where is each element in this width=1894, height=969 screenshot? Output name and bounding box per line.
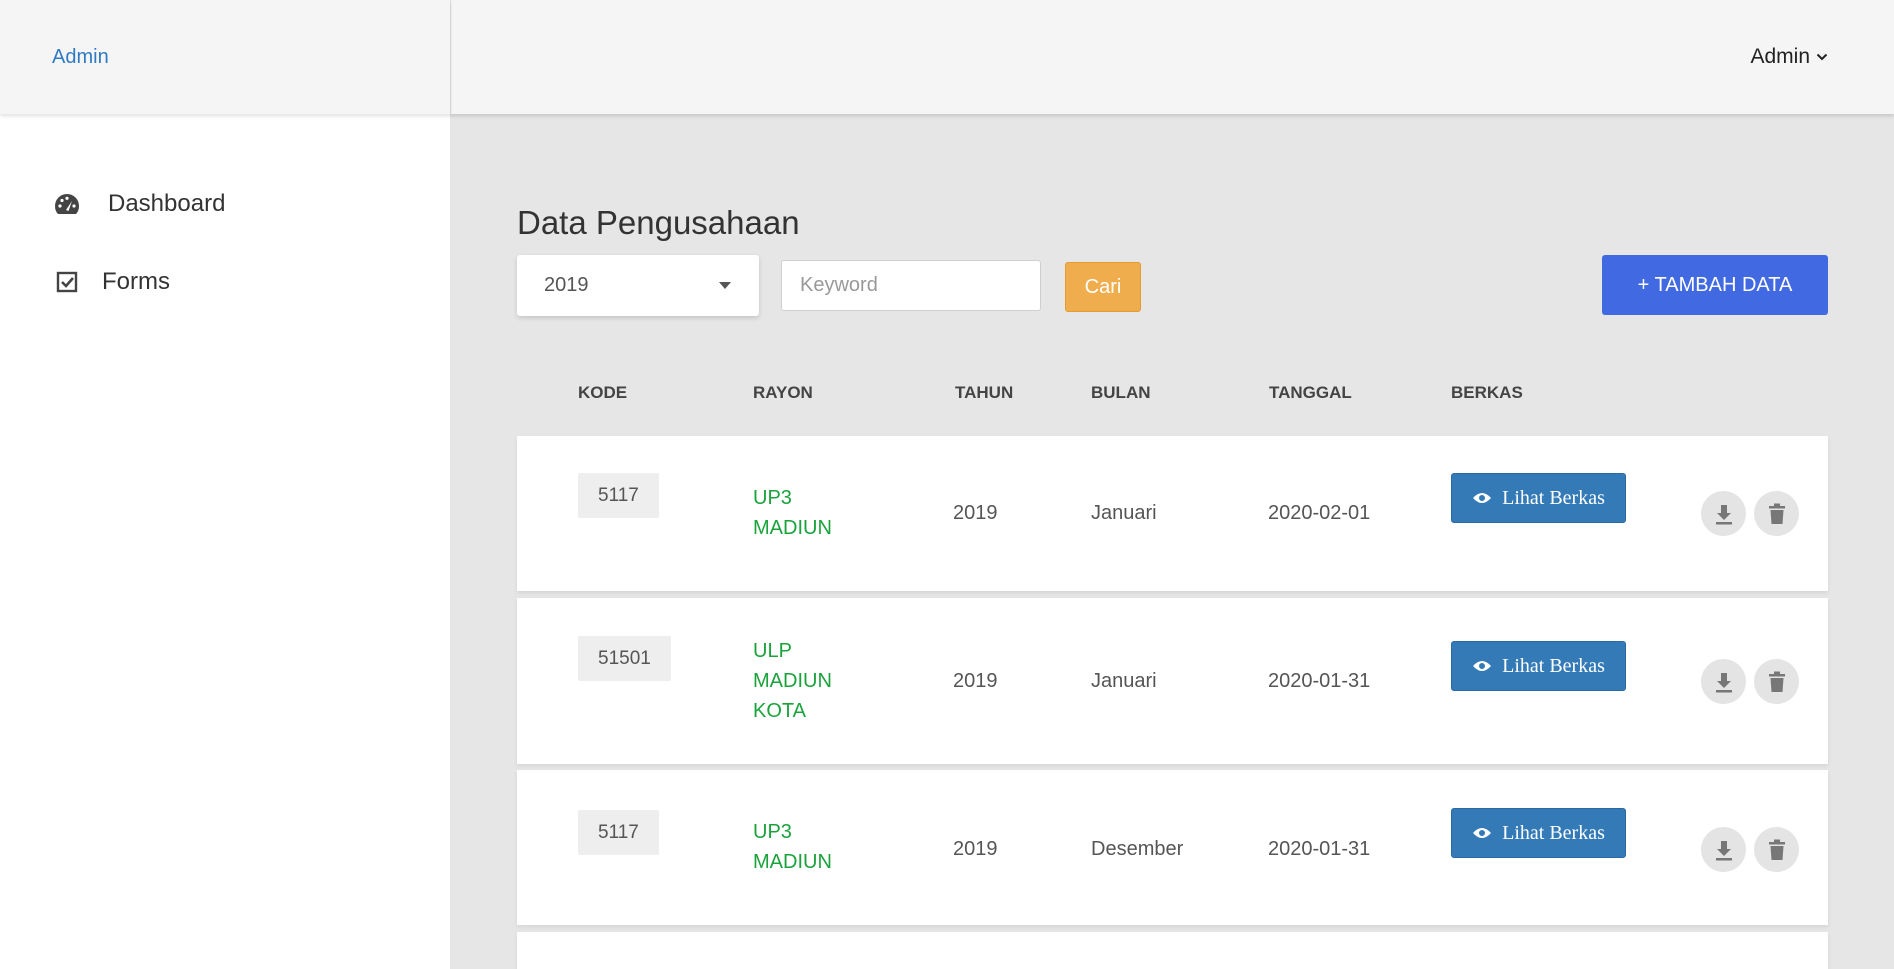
kode-badge: 5117 bbox=[578, 473, 659, 518]
download-button[interactable] bbox=[1701, 659, 1746, 704]
sidebar-item-dashboard[interactable]: Dashboard bbox=[52, 190, 225, 218]
add-data-button[interactable]: + TAMBAH DATA bbox=[1602, 255, 1828, 315]
trash-icon bbox=[1768, 503, 1785, 524]
kode-badge: 51501 bbox=[578, 636, 671, 681]
bulan-cell: Januari bbox=[1091, 502, 1157, 524]
column-header-tahun: TAHUN bbox=[955, 383, 1014, 402]
table-row: 5117 UP3 MADIUN 2019 Januari 2020-02-01 … bbox=[517, 436, 1828, 591]
download-icon bbox=[1715, 840, 1732, 860]
rayon-text: ULP MADIUN KOTA bbox=[753, 640, 832, 722]
view-file-label: Lihat Berkas bbox=[1502, 486, 1605, 509]
year-select-value: 2019 bbox=[544, 274, 589, 296]
download-icon bbox=[1715, 672, 1732, 692]
rayon-text: UP3 MADIUN bbox=[753, 487, 832, 539]
tanggal-cell: 2020-02-01 bbox=[1268, 502, 1371, 524]
topbar: Admin bbox=[450, 0, 1894, 114]
tahun-cell: 2019 bbox=[953, 502, 998, 524]
sidebar-item-label: Dashboard bbox=[108, 190, 226, 217]
rayon-text: UP3 MADIUN bbox=[753, 821, 832, 873]
trash-icon bbox=[1768, 839, 1785, 860]
table-row: 5117 UP3 MADIUN 2019 Desember 2020-01-31… bbox=[517, 770, 1828, 925]
tanggal-cell: 2020-01-31 bbox=[1268, 670, 1371, 692]
trash-icon bbox=[1768, 671, 1785, 692]
bulan-cell: Januari bbox=[1091, 670, 1157, 692]
search-input[interactable] bbox=[781, 260, 1041, 311]
tanggal-cell: 2020-01-31 bbox=[1268, 838, 1371, 860]
brand-link[interactable]: Admin bbox=[52, 46, 109, 69]
checkbox-icon bbox=[52, 271, 82, 293]
view-file-button[interactable]: Lihat Berkas bbox=[1451, 641, 1626, 691]
chevron-down-icon bbox=[1816, 53, 1828, 61]
kode-badge: 5117 bbox=[578, 810, 659, 855]
view-file-label: Lihat Berkas bbox=[1502, 821, 1605, 844]
user-name: Admin bbox=[1750, 45, 1810, 68]
column-header-berkas: BERKAS bbox=[1451, 383, 1523, 402]
eye-icon bbox=[1473, 828, 1492, 838]
download-button[interactable] bbox=[1701, 491, 1746, 536]
sidebar-brand: Admin bbox=[0, 0, 450, 114]
delete-button[interactable] bbox=[1754, 491, 1799, 536]
view-file-button[interactable]: Lihat Berkas bbox=[1451, 808, 1626, 858]
year-select[interactable]: 2019 bbox=[517, 255, 759, 316]
download-icon bbox=[1715, 504, 1732, 524]
eye-icon bbox=[1473, 661, 1492, 671]
sidebar-item-label: Forms bbox=[102, 268, 170, 295]
column-header-kode: KODE bbox=[578, 383, 628, 402]
delete-button[interactable] bbox=[1754, 659, 1799, 704]
column-header-tanggal: TANGGAL bbox=[1269, 383, 1352, 402]
user-menu[interactable]: Admin bbox=[1750, 45, 1828, 69]
eye-icon bbox=[1473, 493, 1492, 503]
view-file-label: Lihat Berkas bbox=[1502, 654, 1605, 677]
download-button[interactable] bbox=[1701, 827, 1746, 872]
tahun-cell: 2019 bbox=[953, 838, 998, 860]
table-row: 51501 ULP MADIUN KOTA 2019 Januari 2020-… bbox=[517, 598, 1828, 764]
dashboard-icon bbox=[52, 192, 82, 216]
page-title: Data Pengusahaan bbox=[517, 204, 800, 241]
caret-down-icon bbox=[719, 282, 731, 289]
delete-button[interactable] bbox=[1754, 827, 1799, 872]
tahun-cell: 2019 bbox=[953, 670, 998, 692]
sidebar-item-forms[interactable]: Forms bbox=[52, 268, 170, 296]
column-header-rayon: RAYON bbox=[753, 383, 813, 402]
column-header-bulan: BULAN bbox=[1091, 383, 1151, 402]
view-file-button[interactable]: Lihat Berkas bbox=[1451, 473, 1626, 523]
bulan-cell: Desember bbox=[1091, 838, 1184, 860]
table-row bbox=[517, 932, 1828, 969]
search-button[interactable]: Cari bbox=[1065, 262, 1141, 312]
sidebar: Admin Dashboard Forms bbox=[0, 0, 450, 969]
